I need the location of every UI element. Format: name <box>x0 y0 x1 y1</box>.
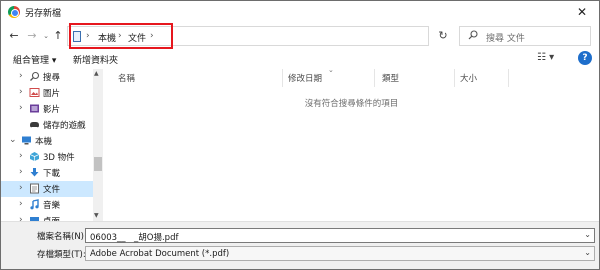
search-placeholder: 搜尋 文件 <box>486 34 525 44</box>
expand-chevron-icon[interactable]: › <box>19 151 23 161</box>
scroll-down-icon[interactable]: ▼ <box>94 212 99 219</box>
nav-item-label: 下載 <box>43 169 61 179</box>
chrome-icon <box>8 6 20 18</box>
expand-chevron-icon[interactable]: › <box>19 183 23 193</box>
nav-item-saved-games[interactable]: 儲存的遊戲 <box>1 117 93 133</box>
nav-item-label: 搜尋 <box>43 73 61 83</box>
search-input[interactable]: 搜尋 文件 <box>459 26 591 46</box>
chevron-down-icon[interactable]: ⌄ <box>584 248 591 257</box>
up-button[interactable]: ↑ <box>51 28 65 44</box>
navigation-scrollbar[interactable]: ▲ ▼ <box>93 69 103 221</box>
nav-item-pictures[interactable]: › 圖片 <box>1 85 93 101</box>
column-header-modified[interactable]: 修改日期 <box>288 72 322 84</box>
column-header-size[interactable]: 大小 <box>460 72 477 84</box>
nav-item-label: 影片 <box>43 105 61 115</box>
title-bar: 另存新檔 ✕ <box>1 1 599 23</box>
scrollbar-thumb[interactable] <box>94 157 102 171</box>
filename-input[interactable]: 06003__ _胡O揚.pdf ⌄ <box>85 228 595 243</box>
nav-item-label: 3D 物件 <box>43 153 75 163</box>
music-icon <box>30 199 39 210</box>
nav-item-label: 本機 <box>35 137 53 147</box>
toolbar: 組合管理 ▾ 新增資料夾 ☷ ▾ ? <box>1 49 599 69</box>
collapse-chevron-icon[interactable]: ⌄ <box>9 135 17 145</box>
search-icon <box>468 30 478 40</box>
save-as-dialog: 另存新檔 ✕ ← → ⌄ ↑ › 本機 › 文件 › ⌄ ↻ 搜尋 文件 組合管… <box>0 0 600 270</box>
scroll-up-icon[interactable]: ▲ <box>94 70 99 77</box>
expand-chevron-icon[interactable]: › <box>19 167 23 177</box>
nav-item-videos[interactable]: › 影片 <box>1 101 93 117</box>
nav-item-label: 圖片 <box>43 89 61 99</box>
filetype-label: 存檔類型(T): <box>37 250 86 260</box>
filetype-select[interactable]: Adobe Acrobat Document (*.pdf) ⌄ <box>85 246 595 261</box>
nav-item-label: 儲存的遊戲 <box>43 121 86 131</box>
column-divider[interactable] <box>508 69 509 87</box>
navigation-pane: › 搜尋 › 圖片 › 影片 儲存的遊戲 ⌄ 本機 › 3D 物件 › 下載 ›… <box>1 69 103 221</box>
expand-chevron-icon[interactable]: › <box>19 199 23 209</box>
pictures-icon <box>29 88 40 97</box>
refresh-button[interactable]: ↻ <box>433 26 453 46</box>
file-list: 名稱 ⌄ 修改日期 類型 大小 沒有符合搜尋條件的項目 <box>104 66 599 221</box>
expand-chevron-icon[interactable]: › <box>19 71 23 81</box>
column-divider[interactable] <box>282 69 283 87</box>
organize-button[interactable]: 組合管理 ▾ <box>13 53 56 66</box>
column-divider[interactable] <box>454 69 455 87</box>
annotation-highlight-box <box>69 23 173 49</box>
3d-objects-icon <box>29 152 40 161</box>
expand-chevron-icon[interactable]: › <box>19 87 23 97</box>
videos-icon <box>30 104 39 113</box>
forward-button[interactable]: → <box>25 28 39 44</box>
search-icon <box>30 71 40 81</box>
help-button[interactable]: ? <box>578 51 592 65</box>
sort-caret-icon: ⌄ <box>328 66 334 74</box>
chevron-down-icon[interactable]: ⌄ <box>584 230 591 239</box>
nav-item-search[interactable]: › 搜尋 <box>1 69 93 85</box>
filename-label: 檔案名稱(N): <box>37 232 87 242</box>
save-options-panel: 檔案名稱(N): 06003__ _胡O揚.pdf ⌄ 存檔類型(T): Ado… <box>1 221 599 269</box>
nav-item-3d-objects[interactable]: › 3D 物件 <box>1 149 93 165</box>
column-header-type[interactable]: 類型 <box>382 72 399 84</box>
this-pc-icon <box>22 136 31 145</box>
new-folder-button[interactable]: 新增資料夾 <box>73 53 118 66</box>
nav-item-documents[interactable]: › 文件 <box>1 181 93 197</box>
empty-results-message: 沒有符合搜尋條件的項目 <box>304 99 399 109</box>
back-button[interactable]: ← <box>7 28 21 44</box>
column-header-name[interactable]: 名稱 <box>118 72 135 84</box>
nav-item-this-pc[interactable]: ⌄ 本機 <box>1 133 93 149</box>
filename-value: 06003__ _胡O揚.pdf <box>90 233 179 243</box>
downloads-icon <box>30 168 39 177</box>
nav-item-downloads[interactable]: › 下載 <box>1 165 93 181</box>
nav-item-desktop[interactable]: › 桌面 <box>1 213 93 221</box>
nav-item-label: 音樂 <box>43 201 61 211</box>
nav-item-music[interactable]: › 音樂 <box>1 197 93 213</box>
documents-icon <box>30 183 39 194</box>
window-title: 另存新檔 <box>25 9 62 19</box>
expand-chevron-icon[interactable]: › <box>19 103 23 113</box>
column-divider[interactable] <box>374 69 375 87</box>
view-options-button[interactable]: ☷ ▾ <box>537 52 554 63</box>
close-button[interactable]: ✕ <box>569 3 595 21</box>
saved-games-icon <box>30 122 39 128</box>
filetype-value: Adobe Acrobat Document (*.pdf) <box>90 249 230 259</box>
nav-item-label: 文件 <box>43 185 61 195</box>
